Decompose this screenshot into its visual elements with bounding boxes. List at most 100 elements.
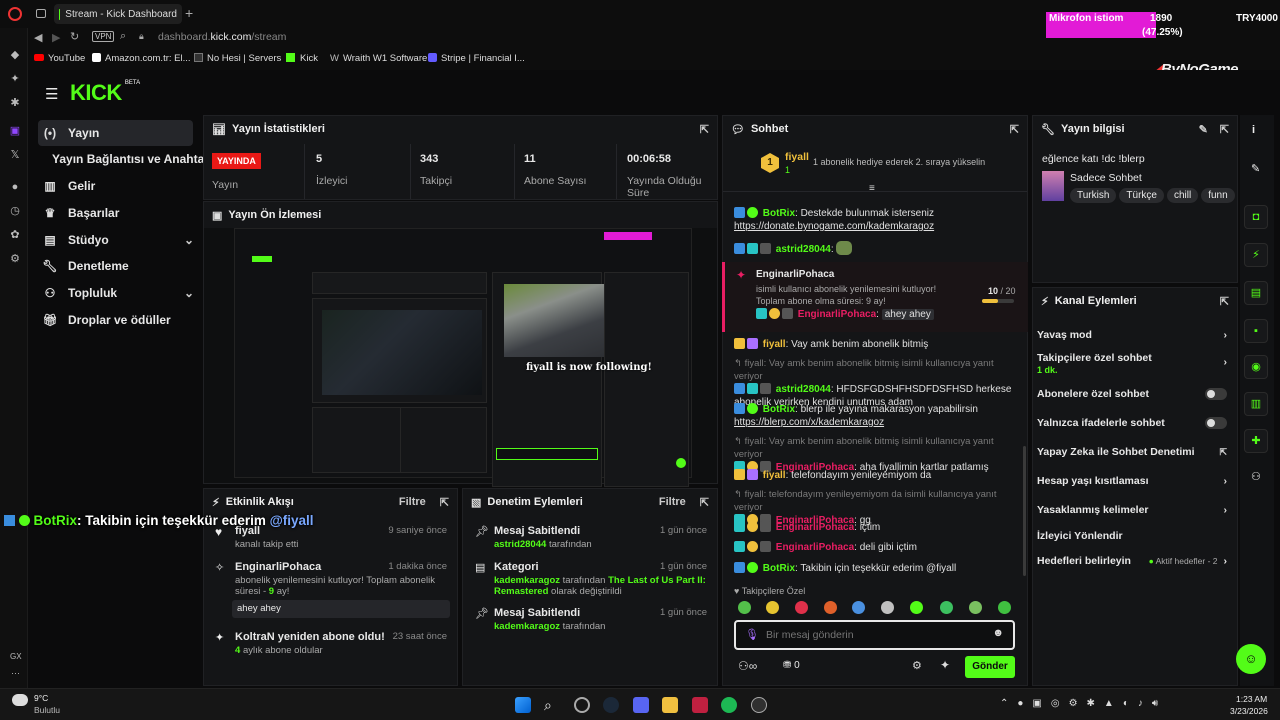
activity-user[interactable]: KoltraN yeniden abone oldu! xyxy=(235,631,385,643)
popout-icon[interactable]: ⇱ xyxy=(1220,295,1229,308)
account-age-row[interactable]: Hesap yaşı kısıtlaması › xyxy=(1037,472,1227,490)
activity-user[interactable]: EnginarliPohaca xyxy=(235,561,321,573)
gx-twitter-icon[interactable]: 𝕏 xyxy=(8,148,22,162)
emote-icon[interactable] xyxy=(969,601,982,614)
browser-tab[interactable]: Stream - Kick Dashboard xyxy=(54,4,182,24)
nav-item-studio[interactable]: ▤ Stüdyo ⌄ xyxy=(38,228,194,252)
info-icon[interactable]: i xyxy=(1252,124,1255,136)
chat-username[interactable]: astrid28044 xyxy=(776,384,831,395)
gx-twitch-icon[interactable]: ▣ xyxy=(8,124,22,138)
bookmark-wraith[interactable]: W Wraith W1 Software xyxy=(330,53,427,64)
sub-user[interactable]: EnginarliPohaca xyxy=(756,269,834,280)
emote-icon[interactable] xyxy=(910,601,923,614)
opera-gx-icon[interactable] xyxy=(574,697,590,713)
chat-input[interactable] xyxy=(766,627,986,643)
steam-icon[interactable] xyxy=(603,697,619,713)
chat-username[interactable]: BotRix xyxy=(763,404,795,415)
goals-row[interactable]: Hedefleri belirleyin ● Aktif hedefler - 2… xyxy=(1037,552,1227,570)
mod-tools-icon[interactable]: ✦ xyxy=(940,658,950,672)
obs-icon[interactable] xyxy=(751,697,767,713)
emotes-only-row[interactable]: Yalnızca ifadelerle sohbet xyxy=(1037,414,1227,432)
emoji-icon[interactable]: ☻ xyxy=(992,627,1004,639)
folder-icon[interactable] xyxy=(662,697,678,713)
emote-icon[interactable] xyxy=(766,601,779,614)
camera-icon[interactable]: ◘ xyxy=(1244,205,1268,229)
document-icon[interactable]: ▤ xyxy=(1244,281,1268,305)
discord-icon[interactable] xyxy=(633,697,649,713)
chat-username[interactable]: BotRix xyxy=(763,563,795,574)
new-tab-icon[interactable]: + xyxy=(185,5,193,21)
slow-mode-row[interactable]: Yavaş mod › xyxy=(1037,326,1227,344)
filter-button[interactable]: Filtre xyxy=(399,496,426,508)
chat-username[interactable]: EnginarliPohaca xyxy=(776,522,854,533)
popout-icon[interactable]: ⇱ xyxy=(440,496,449,509)
mod-user[interactable]: kademkaragoz xyxy=(494,575,560,586)
vpn-badge[interactable]: VPN xyxy=(92,31,115,42)
popout-icon[interactable]: ⇱ xyxy=(700,123,709,136)
nav-item-revenue[interactable]: ▥ Gelir xyxy=(38,174,194,198)
tray-icons[interactable]: ⌃●▣◎⚙✱▲◐♪🔊︎ xyxy=(1000,698,1167,709)
chevron-down-icon[interactable]: ⌄ xyxy=(184,233,194,247)
nav-item-drops[interactable]: 🎁︎ Droplar ve ödüller xyxy=(38,308,194,332)
preview-video[interactable]: fiyall is now following! xyxy=(204,228,717,487)
bookmark-amazon[interactable]: Amazon.com.tr: El... xyxy=(92,53,191,64)
chat-username[interactable]: fiyall xyxy=(763,470,786,481)
ai-moderation-row[interactable]: Yapay Zeka ile Sohbet Denetimi ⇱ xyxy=(1037,443,1227,461)
gear-icon[interactable]: ⚙ xyxy=(912,659,922,672)
gx-home-icon[interactable]: ◆ xyxy=(8,48,22,62)
workspaces-icon[interactable] xyxy=(36,9,46,18)
reload-icon[interactable]: ↻ xyxy=(70,30,79,43)
subs-only-toggle[interactable] xyxy=(1205,388,1227,400)
category-name[interactable]: Sadece Sohbet xyxy=(1070,172,1142,184)
weather-icon[interactable] xyxy=(12,694,28,706)
send-button[interactable]: Gönder xyxy=(965,656,1015,678)
forward-icon[interactable]: ▶ xyxy=(52,31,60,44)
scroll-down-icon[interactable]: ≡ xyxy=(869,183,875,194)
mod-user[interactable]: kademkaragoz xyxy=(494,621,560,632)
nav-item-stream[interactable]: (•) Yayın xyxy=(38,121,194,145)
users-icon[interactable]: ⚇ xyxy=(1251,470,1261,483)
raid-row[interactable]: İzleyici Yönlendir xyxy=(1037,527,1227,545)
chevron-down-icon[interactable]: ⌄ xyxy=(184,286,194,300)
wrench-icon[interactable]: ✚ xyxy=(1244,429,1268,453)
chat-username[interactable]: EnginarliPohaca xyxy=(776,542,854,553)
search-icon[interactable]: ⌕ xyxy=(120,30,126,43)
app-icon[interactable] xyxy=(692,697,708,713)
emote-icon[interactable] xyxy=(824,601,837,614)
popout-icon[interactable]: ⇱ xyxy=(1220,123,1229,136)
bookmark-youtube[interactable]: YouTube xyxy=(34,53,85,64)
bookmark-stripe[interactable]: Stripe | Financial I... xyxy=(428,53,525,64)
emote-icon[interactable] xyxy=(881,601,894,614)
url-field[interactable]: dashboard.kick.com/stream xyxy=(158,31,286,43)
gx-clock-icon[interactable]: ◷ xyxy=(8,204,22,218)
chat-username[interactable]: EnginarliPohaca xyxy=(798,309,876,320)
hamburger-menu-icon[interactable]: ☰ xyxy=(45,85,58,103)
popout-icon[interactable]: ⇱ xyxy=(1010,123,1019,136)
gx-mod-icon[interactable]: ✱ xyxy=(8,96,22,110)
bolt-icon[interactable]: ⚡︎ xyxy=(1244,243,1268,267)
search-icon[interactable]: ⌕ xyxy=(544,697,560,713)
chat-input-box[interactable]: 🎙︎ ☻ xyxy=(734,620,1015,650)
help-fab[interactable]: ☺ xyxy=(1236,644,1266,674)
nav-item-stream-key[interactable]: Yayın Bağlantısı ve Anahtarı xyxy=(38,147,212,171)
popout-icon[interactable]: ⇱ xyxy=(700,496,709,509)
emote-icon[interactable] xyxy=(998,601,1011,614)
chat-icon[interactable]: ▪ xyxy=(1244,319,1268,343)
broadcast-icon[interactable]: ◉ xyxy=(1244,355,1268,379)
nav-item-community[interactable]: ⚇ Topluluk ⌄ xyxy=(38,281,194,305)
emotes-only-toggle[interactable] xyxy=(1205,417,1227,429)
spotify-icon[interactable] xyxy=(721,697,737,713)
start-icon[interactable] xyxy=(515,697,531,713)
gx-spotify-icon[interactable]: ● xyxy=(8,180,22,194)
layers-icon[interactable]: ▥ xyxy=(1244,392,1268,416)
gx-extension-icon[interactable]: ✿ xyxy=(8,228,22,242)
emote-icon[interactable] xyxy=(795,601,808,614)
chat-username[interactable]: fiyall xyxy=(763,339,786,350)
bookmark-kick[interactable]: Kick xyxy=(286,53,318,64)
opera-gx-icon[interactable] xyxy=(8,7,22,21)
chat-username[interactable]: BotRix xyxy=(763,208,795,219)
chat-settings-icon[interactable]: ⚇∞ xyxy=(738,659,757,673)
mic-icon[interactable]: 🎙︎ xyxy=(745,628,759,641)
mod-user[interactable]: astrid28044 xyxy=(494,539,546,550)
followers-only-row[interactable]: Takipçilere özel sohbet 1 dk. › xyxy=(1037,352,1227,376)
